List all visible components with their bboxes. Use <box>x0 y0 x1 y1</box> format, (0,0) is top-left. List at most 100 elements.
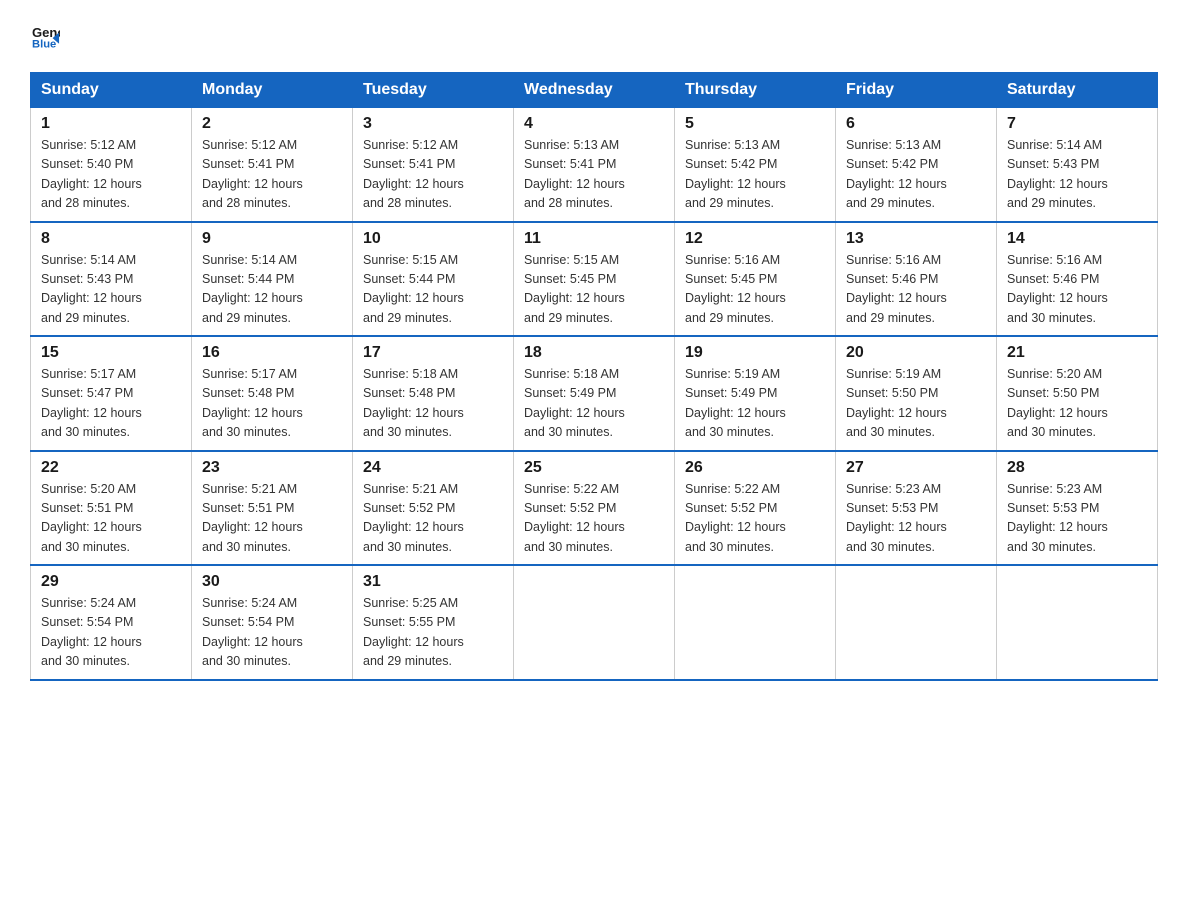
day-info: Sunrise: 5:14 AMSunset: 5:44 PMDaylight:… <box>202 253 303 325</box>
day-number: 24 <box>363 459 503 477</box>
calendar-cell: 24 Sunrise: 5:21 AMSunset: 5:52 PMDaylig… <box>353 451 514 566</box>
calendar-cell: 8 Sunrise: 5:14 AMSunset: 5:43 PMDayligh… <box>31 222 192 337</box>
day-number: 17 <box>363 344 503 362</box>
day-number: 1 <box>41 115 181 133</box>
day-number: 15 <box>41 344 181 362</box>
day-info: Sunrise: 5:17 AMSunset: 5:47 PMDaylight:… <box>41 367 142 439</box>
day-number: 3 <box>363 115 503 133</box>
column-header-tuesday: Tuesday <box>353 73 514 108</box>
day-number: 18 <box>524 344 664 362</box>
calendar-week-1: 1 Sunrise: 5:12 AMSunset: 5:40 PMDayligh… <box>31 108 1158 222</box>
day-number: 30 <box>202 573 342 591</box>
day-number: 6 <box>846 115 986 133</box>
logo-icon: General Blue <box>32 22 60 50</box>
day-number: 5 <box>685 115 825 133</box>
calendar-cell: 19 Sunrise: 5:19 AMSunset: 5:49 PMDaylig… <box>675 336 836 451</box>
day-number: 28 <box>1007 459 1147 477</box>
calendar-cell: 20 Sunrise: 5:19 AMSunset: 5:50 PMDaylig… <box>836 336 997 451</box>
day-info: Sunrise: 5:16 AMSunset: 5:46 PMDaylight:… <box>846 253 947 325</box>
calendar-cell: 29 Sunrise: 5:24 AMSunset: 5:54 PMDaylig… <box>31 565 192 680</box>
day-number: 26 <box>685 459 825 477</box>
day-number: 4 <box>524 115 664 133</box>
day-info: Sunrise: 5:16 AMSunset: 5:45 PMDaylight:… <box>685 253 786 325</box>
calendar-cell: 30 Sunrise: 5:24 AMSunset: 5:54 PMDaylig… <box>192 565 353 680</box>
calendar-cell: 9 Sunrise: 5:14 AMSunset: 5:44 PMDayligh… <box>192 222 353 337</box>
calendar-cell: 16 Sunrise: 5:17 AMSunset: 5:48 PMDaylig… <box>192 336 353 451</box>
day-info: Sunrise: 5:22 AMSunset: 5:52 PMDaylight:… <box>524 482 625 554</box>
day-number: 22 <box>41 459 181 477</box>
day-number: 19 <box>685 344 825 362</box>
day-info: Sunrise: 5:25 AMSunset: 5:55 PMDaylight:… <box>363 596 464 668</box>
day-info: Sunrise: 5:13 AMSunset: 5:42 PMDaylight:… <box>846 138 947 210</box>
calendar-cell: 27 Sunrise: 5:23 AMSunset: 5:53 PMDaylig… <box>836 451 997 566</box>
column-header-sunday: Sunday <box>31 73 192 108</box>
day-number: 31 <box>363 573 503 591</box>
day-info: Sunrise: 5:23 AMSunset: 5:53 PMDaylight:… <box>846 482 947 554</box>
day-number: 25 <box>524 459 664 477</box>
day-number: 29 <box>41 573 181 591</box>
logo: General Blue <box>30 24 60 52</box>
day-number: 13 <box>846 230 986 248</box>
calendar-cell: 1 Sunrise: 5:12 AMSunset: 5:40 PMDayligh… <box>31 108 192 222</box>
day-info: Sunrise: 5:19 AMSunset: 5:49 PMDaylight:… <box>685 367 786 439</box>
day-info: Sunrise: 5:19 AMSunset: 5:50 PMDaylight:… <box>846 367 947 439</box>
column-header-saturday: Saturday <box>997 73 1158 108</box>
calendar-cell: 31 Sunrise: 5:25 AMSunset: 5:55 PMDaylig… <box>353 565 514 680</box>
calendar-cell: 5 Sunrise: 5:13 AMSunset: 5:42 PMDayligh… <box>675 108 836 222</box>
calendar-table: SundayMondayTuesdayWednesdayThursdayFrid… <box>30 72 1158 681</box>
column-header-friday: Friday <box>836 73 997 108</box>
calendar-week-5: 29 Sunrise: 5:24 AMSunset: 5:54 PMDaylig… <box>31 565 1158 680</box>
column-header-wednesday: Wednesday <box>514 73 675 108</box>
calendar-cell: 12 Sunrise: 5:16 AMSunset: 5:45 PMDaylig… <box>675 222 836 337</box>
day-info: Sunrise: 5:21 AMSunset: 5:51 PMDaylight:… <box>202 482 303 554</box>
calendar-cell <box>514 565 675 680</box>
day-number: 8 <box>41 230 181 248</box>
calendar-cell: 25 Sunrise: 5:22 AMSunset: 5:52 PMDaylig… <box>514 451 675 566</box>
day-number: 9 <box>202 230 342 248</box>
calendar-week-4: 22 Sunrise: 5:20 AMSunset: 5:51 PMDaylig… <box>31 451 1158 566</box>
calendar-cell: 10 Sunrise: 5:15 AMSunset: 5:44 PMDaylig… <box>353 222 514 337</box>
day-info: Sunrise: 5:24 AMSunset: 5:54 PMDaylight:… <box>202 596 303 668</box>
day-info: Sunrise: 5:21 AMSunset: 5:52 PMDaylight:… <box>363 482 464 554</box>
day-number: 12 <box>685 230 825 248</box>
day-number: 11 <box>524 230 664 248</box>
day-info: Sunrise: 5:13 AMSunset: 5:41 PMDaylight:… <box>524 138 625 210</box>
column-header-thursday: Thursday <box>675 73 836 108</box>
day-info: Sunrise: 5:12 AMSunset: 5:41 PMDaylight:… <box>363 138 464 210</box>
day-number: 14 <box>1007 230 1147 248</box>
calendar-cell: 4 Sunrise: 5:13 AMSunset: 5:41 PMDayligh… <box>514 108 675 222</box>
calendar-cell: 6 Sunrise: 5:13 AMSunset: 5:42 PMDayligh… <box>836 108 997 222</box>
calendar-cell: 23 Sunrise: 5:21 AMSunset: 5:51 PMDaylig… <box>192 451 353 566</box>
svg-text:Blue: Blue <box>32 38 56 50</box>
calendar-week-2: 8 Sunrise: 5:14 AMSunset: 5:43 PMDayligh… <box>31 222 1158 337</box>
day-info: Sunrise: 5:22 AMSunset: 5:52 PMDaylight:… <box>685 482 786 554</box>
calendar-cell: 17 Sunrise: 5:18 AMSunset: 5:48 PMDaylig… <box>353 336 514 451</box>
calendar-cell: 14 Sunrise: 5:16 AMSunset: 5:46 PMDaylig… <box>997 222 1158 337</box>
calendar-cell: 7 Sunrise: 5:14 AMSunset: 5:43 PMDayligh… <box>997 108 1158 222</box>
day-number: 16 <box>202 344 342 362</box>
calendar-cell <box>836 565 997 680</box>
day-info: Sunrise: 5:14 AMSunset: 5:43 PMDaylight:… <box>1007 138 1108 210</box>
day-info: Sunrise: 5:16 AMSunset: 5:46 PMDaylight:… <box>1007 253 1108 325</box>
day-info: Sunrise: 5:20 AMSunset: 5:50 PMDaylight:… <box>1007 367 1108 439</box>
day-number: 20 <box>846 344 986 362</box>
calendar-cell: 11 Sunrise: 5:15 AMSunset: 5:45 PMDaylig… <box>514 222 675 337</box>
day-info: Sunrise: 5:17 AMSunset: 5:48 PMDaylight:… <box>202 367 303 439</box>
calendar-week-3: 15 Sunrise: 5:17 AMSunset: 5:47 PMDaylig… <box>31 336 1158 451</box>
day-info: Sunrise: 5:12 AMSunset: 5:40 PMDaylight:… <box>41 138 142 210</box>
day-number: 10 <box>363 230 503 248</box>
day-number: 27 <box>846 459 986 477</box>
day-info: Sunrise: 5:18 AMSunset: 5:48 PMDaylight:… <box>363 367 464 439</box>
day-number: 2 <box>202 115 342 133</box>
day-info: Sunrise: 5:20 AMSunset: 5:51 PMDaylight:… <box>41 482 142 554</box>
calendar-cell: 21 Sunrise: 5:20 AMSunset: 5:50 PMDaylig… <box>997 336 1158 451</box>
calendar-cell: 2 Sunrise: 5:12 AMSunset: 5:41 PMDayligh… <box>192 108 353 222</box>
day-info: Sunrise: 5:18 AMSunset: 5:49 PMDaylight:… <box>524 367 625 439</box>
day-info: Sunrise: 5:15 AMSunset: 5:44 PMDaylight:… <box>363 253 464 325</box>
day-info: Sunrise: 5:24 AMSunset: 5:54 PMDaylight:… <box>41 596 142 668</box>
column-header-monday: Monday <box>192 73 353 108</box>
day-number: 21 <box>1007 344 1147 362</box>
day-number: 23 <box>202 459 342 477</box>
day-info: Sunrise: 5:12 AMSunset: 5:41 PMDaylight:… <box>202 138 303 210</box>
day-number: 7 <box>1007 115 1147 133</box>
